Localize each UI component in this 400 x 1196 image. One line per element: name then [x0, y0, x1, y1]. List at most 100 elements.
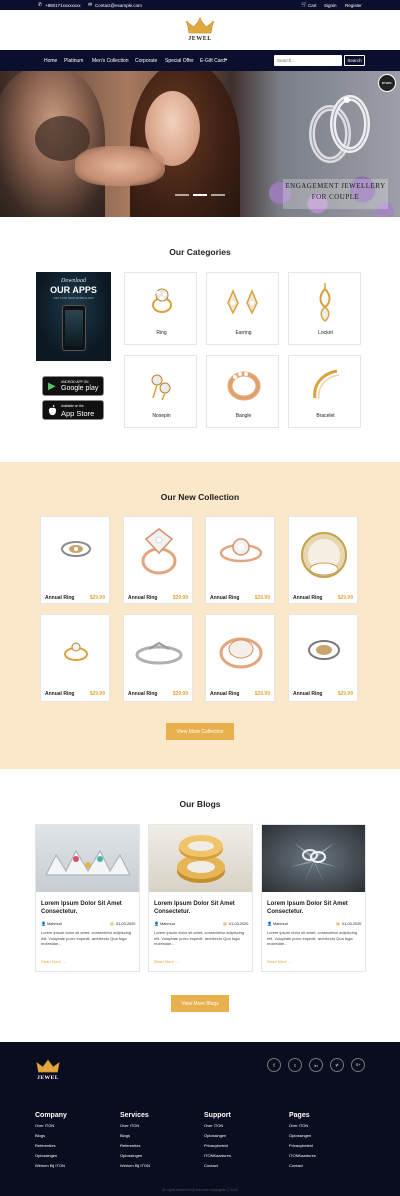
- footer-link[interactable]: Referenties: [120, 1143, 200, 1153]
- read-more-link[interactable]: Read More →: [267, 959, 292, 964]
- product-image: [135, 641, 183, 665]
- main-nav: Home Platinum Men's Collection Corporate…: [0, 50, 400, 71]
- nav-home[interactable]: Home: [44, 58, 57, 64]
- social-facebook[interactable]: f: [267, 1058, 281, 1072]
- footer-link[interactable]: Oplossingen: [204, 1133, 284, 1143]
- category-label: Bangle: [235, 413, 252, 419]
- category-card-ring[interactable]: Ring: [124, 272, 197, 345]
- read-more-link[interactable]: Read More →: [154, 959, 179, 964]
- footer-link[interactable]: Privacybeleid: [289, 1143, 369, 1153]
- product-name: Annual Ring: [210, 595, 240, 601]
- slider-indicator-1[interactable]: [175, 194, 189, 196]
- product-price: $29.99: [172, 691, 188, 697]
- app-promo-line1: Download: [60, 278, 86, 284]
- footer-link[interactable]: Blogs: [120, 1133, 200, 1143]
- footer-link[interactable]: Contact: [204, 1163, 284, 1173]
- product-card[interactable]: Annual Ring $29.99: [288, 516, 358, 604]
- product-name: Annual Ring: [45, 595, 75, 601]
- signin-link[interactable]: Signin: [324, 3, 337, 8]
- category-card-earring[interactable]: Earring: [206, 272, 279, 345]
- footer-link[interactable]: Oplossingen: [120, 1153, 200, 1163]
- footer-link[interactable]: Blogs: [35, 1133, 115, 1143]
- product-card[interactable]: Annual Ring $29.99: [123, 614, 193, 702]
- category-card-nosepin[interactable]: Nosepin: [124, 355, 197, 428]
- phone-text[interactable]: +880171xxxxxxxx: [45, 3, 81, 8]
- footer-link[interactable]: Oplossingen: [289, 1133, 369, 1143]
- blog-card[interactable]: Lorem Ipsum Dolor Sit Amet Consectetur. …: [35, 824, 140, 972]
- footer-link[interactable]: ITONKaartures: [289, 1153, 369, 1163]
- search-input[interactable]: [274, 55, 342, 66]
- locket-icon: [319, 283, 331, 322]
- app-promo-line2: OUR APPS: [50, 285, 97, 295]
- footer-link[interactable]: ITONKaartures: [204, 1153, 284, 1163]
- category-label: Locket: [318, 330, 333, 336]
- email-text[interactable]: Contact@example.com: [95, 3, 142, 8]
- ring-icon: [152, 288, 172, 313]
- social-google-plus[interactable]: G+: [351, 1058, 365, 1072]
- social-twitter[interactable]: t: [288, 1058, 302, 1072]
- google-play-badge[interactable]: ▶ ANDROID APP ON Google play: [42, 376, 104, 396]
- footer-link[interactable]: Over ITON: [35, 1123, 115, 1133]
- footer-link[interactable]: Referenties: [35, 1143, 115, 1153]
- view-more-collection-button[interactable]: View More Collection: [166, 723, 234, 740]
- search-button[interactable]: Search: [344, 55, 365, 66]
- crown-icon: [36, 1059, 60, 1073]
- footer-logo[interactable]: JEWEL: [35, 1058, 61, 1084]
- blog-title[interactable]: Lorem Ipsum Dolor Sit Amet Consectetur.: [267, 900, 362, 916]
- footer-link[interactable]: Contact: [289, 1163, 369, 1173]
- blog-card[interactable]: Lorem Ipsum Dolor Sit Amet Consectetur. …: [148, 824, 253, 972]
- blog-title[interactable]: Lorem Ipsum Dolor Sit Amet Consectetur.: [41, 900, 136, 916]
- slider-indicator-3[interactable]: [211, 194, 225, 196]
- footer-link[interactable]: Privacybeleid: [204, 1143, 284, 1153]
- footer-column-title: Support: [204, 1112, 231, 1119]
- nav-egift-card[interactable]: E-Gift Card: [200, 58, 225, 64]
- nav-special-offer[interactable]: Special Offer: [165, 58, 194, 64]
- footer-column-support: Support Over ITON Oplossingen Privacybel…: [204, 1112, 284, 1173]
- nav-platinum[interactable]: Platinum: [64, 58, 83, 64]
- product-card[interactable]: Annual Ring $29.99: [205, 614, 275, 702]
- app-store-badge[interactable]: Available on the App Store: [42, 400, 104, 420]
- social-linkedin[interactable]: in: [309, 1058, 323, 1072]
- gold-rings-image: [177, 835, 225, 883]
- product-price: $29.99: [89, 595, 105, 601]
- cart-link[interactable]: Cart: [308, 3, 317, 8]
- category-card-bracelet[interactable]: Bracelet: [288, 355, 361, 428]
- product-image: [141, 528, 177, 575]
- blog-image: [149, 825, 252, 892]
- footer-link[interactable]: Over ITON: [120, 1123, 200, 1133]
- blog-title[interactable]: Lorem Ipsum Dolor Sit Amet Consectetur.: [154, 900, 249, 916]
- phone-icon: ✆: [38, 2, 43, 8]
- nav-mens-collection[interactable]: Men's Collection: [92, 58, 129, 64]
- nav-corporate[interactable]: Corporate: [135, 58, 157, 64]
- footer-logo-text: JEWEL: [37, 1075, 59, 1081]
- app-store-small: Available on the: [61, 404, 84, 408]
- category-card-bangle[interactable]: Bangle: [206, 355, 279, 428]
- product-card[interactable]: Annual Ring $29.99: [288, 614, 358, 702]
- linkedin-icon: in: [314, 1062, 318, 1068]
- blog-card[interactable]: Lorem Ipsum Dolor Sit Amet Consectetur. …: [261, 824, 366, 972]
- footer-link[interactable]: Werken Bij ITON: [35, 1163, 115, 1173]
- header-logo[interactable]: JEWEL: [185, 17, 215, 45]
- app-promo-banner[interactable]: Download OUR APPS GET OUR NEW MOBILE APP: [36, 272, 111, 361]
- read-more-link[interactable]: Read More →: [41, 959, 66, 964]
- cart-icon: 🛒: [301, 2, 308, 8]
- tiara-image: [45, 849, 131, 876]
- blog-excerpt: Lorem ipsum dolor sit amet, consectetur …: [41, 930, 132, 946]
- footer-link[interactable]: Over ITON: [289, 1123, 369, 1133]
- product-card[interactable]: Annual Ring $29.99: [40, 614, 110, 702]
- footer-link[interactable]: Oplossingen: [35, 1153, 115, 1163]
- social-youtube[interactable]: yt: [330, 1058, 344, 1072]
- register-link[interactable]: Register: [345, 3, 362, 8]
- footer-link[interactable]: Over ITON: [204, 1123, 284, 1133]
- footer-link[interactable]: Werken Bij ITON: [120, 1163, 200, 1173]
- product-image: [64, 642, 88, 661]
- product-card[interactable]: Annual Ring $29.99: [205, 516, 275, 604]
- product-card[interactable]: Annual Ring $29.99: [123, 516, 193, 604]
- product-card[interactable]: Annual Ring $29.99: [40, 516, 110, 604]
- user-icon: 👤: [41, 921, 46, 926]
- slider-indicator-2[interactable]: [193, 194, 207, 196]
- category-card-locket[interactable]: Locket: [288, 272, 361, 345]
- calendar-icon: ▦: [223, 921, 227, 926]
- view-more-blogs-button[interactable]: View More Blogs: [171, 995, 229, 1012]
- product-image: [219, 538, 263, 563]
